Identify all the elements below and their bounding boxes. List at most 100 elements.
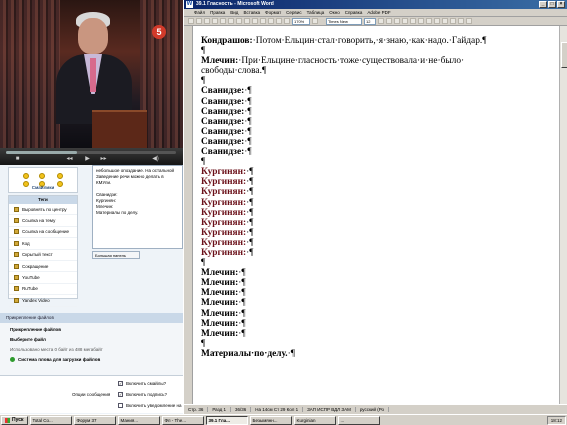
doc-paragraph[interactable]: Кургинян:·¶ — [201, 218, 551, 228]
doc-paragraph[interactable]: Сванидзе:·¶ — [201, 107, 551, 117]
tag-center[interactable]: Выровнять по центру — [9, 204, 77, 216]
tag-hidden-text[interactable]: Скрытый текст — [9, 250, 77, 261]
spelling-icon[interactable] — [228, 18, 234, 24]
paste-icon[interactable] — [252, 18, 258, 24]
video-player[interactable]: 5 ■ ◂◂ ▶ ▸▸ ◀) — [0, 0, 183, 165]
tag-topic-link[interactable]: Ссылка на тему — [9, 215, 77, 227]
tag-message-link[interactable]: Ссылка на сообщение — [9, 227, 77, 239]
help-icon[interactable] — [312, 18, 318, 24]
taskbar-button[interactable]: Kurginian — [293, 415, 336, 425]
zoom-select[interactable]: 170% — [292, 17, 310, 25]
doc-paragraph[interactable]: Млечин:·При·Ельцине·гласность·тоже·сущес… — [201, 56, 551, 66]
word-titlebar[interactable]: W 39.1 Гласность - Microsoft Word _ □ × — [184, 0, 567, 9]
copy-icon[interactable] — [244, 18, 250, 24]
doc-paragraph[interactable]: Кургинян:·¶ — [201, 208, 551, 218]
doc-paragraph[interactable]: Сванидзе:·¶ — [201, 117, 551, 127]
menu-item[interactable]: Таблица — [307, 10, 325, 15]
bullets-icon[interactable] — [442, 18, 448, 24]
taskbar-button[interactable]: Фл - The... — [161, 415, 204, 425]
table-icon[interactable] — [276, 18, 282, 24]
doc-paragraph[interactable]: Млечин:·¶ — [201, 268, 551, 278]
bold-icon[interactable] — [378, 18, 384, 24]
taskbar-button[interactable]: ... — [337, 415, 380, 425]
doc-paragraph[interactable]: Кургинян:·¶ — [201, 187, 551, 197]
underline-icon[interactable] — [394, 18, 400, 24]
seek-bar[interactable] — [6, 151, 176, 154]
preview-icon[interactable] — [220, 18, 226, 24]
highlight-icon[interactable] — [458, 18, 464, 24]
justify-icon[interactable] — [426, 18, 432, 24]
maximize-icon[interactable]: □ — [548, 1, 556, 8]
italic-icon[interactable] — [386, 18, 392, 24]
scroll-thumb[interactable] — [561, 42, 567, 68]
menu-item[interactable]: Adobe PDF — [367, 10, 390, 15]
document-text[interactable]: Кондрашов:·Потом·Ельцин·стал·говорить,·я… — [201, 36, 551, 402]
new-doc-icon[interactable] — [188, 18, 194, 24]
menu-item[interactable]: Формат — [265, 10, 281, 15]
menu-item[interactable]: Сервис — [286, 10, 301, 15]
doc-paragraph[interactable]: Сванидзе:·¶ — [201, 127, 551, 137]
menu-item[interactable]: Справка — [345, 10, 363, 15]
option-notify[interactable]: Включить уведомление на — [118, 403, 182, 408]
align-left-icon[interactable] — [402, 18, 408, 24]
tag-yandex-video[interactable]: Yandex Video — [9, 295, 77, 307]
smileys-label[interactable]: Смайлики — [10, 185, 76, 190]
taskbar-button[interactable]: Total Co... — [29, 415, 72, 425]
doc-paragraph[interactable]: ¶ — [201, 157, 551, 167]
align-right-icon[interactable] — [418, 18, 424, 24]
menu-item[interactable]: Файл — [194, 10, 205, 15]
doc-paragraph[interactable]: Кургинян:·¶ — [201, 248, 551, 258]
font-size-select[interactable]: 12 — [364, 17, 376, 25]
checkbox-icon[interactable] — [118, 403, 123, 408]
message-textarea[interactable]: небольшое опоздание. На остальной Заведе… — [92, 165, 183, 249]
tag-rutube[interactable]: RuTube — [9, 284, 77, 296]
play-icon[interactable]: ▶ — [84, 156, 91, 163]
print-icon[interactable] — [212, 18, 218, 24]
doc-paragraph[interactable]: Сванидзе:·¶ — [201, 147, 551, 157]
tag-abbreviation[interactable]: Сокращение — [9, 261, 77, 273]
menu-item[interactable]: Окно — [329, 10, 339, 15]
rewind-icon[interactable]: ◂◂ — [66, 156, 73, 163]
smiley-icon[interactable] — [23, 173, 29, 179]
doc-paragraph[interactable]: ¶ — [201, 76, 551, 86]
close-icon[interactable]: × — [557, 1, 565, 8]
doc-paragraph[interactable]: Сванидзе:·¶ — [201, 137, 551, 147]
doc-paragraph[interactable]: Сванидзе:·¶ — [201, 86, 551, 96]
tag-code[interactable]: Код — [9, 238, 77, 250]
doc-paragraph[interactable]: ¶ — [201, 339, 551, 349]
doc-paragraph[interactable]: Млечин:·¶ — [201, 298, 551, 308]
option-smileys[interactable]: ✓ Включить смайлы? — [118, 381, 166, 386]
doc-paragraph[interactable]: Сванидзе:·¶ — [201, 97, 551, 107]
smiley-icon[interactable] — [39, 173, 45, 179]
document-area[interactable]: Кондрашов:·Потом·Ельцин·стал·говорить,·я… — [184, 26, 567, 404]
option-signature[interactable]: ✓ Включить подпись? — [118, 392, 167, 397]
doc-paragraph[interactable]: Млечин:·¶ — [201, 288, 551, 298]
align-center-icon[interactable] — [410, 18, 416, 24]
menu-item[interactable]: Правка — [210, 10, 225, 15]
extra-panel-button[interactable]: Большая панель — [92, 251, 140, 259]
redo-icon[interactable] — [268, 18, 274, 24]
numbering-icon[interactable] — [434, 18, 440, 24]
minimize-icon[interactable]: _ — [539, 1, 547, 8]
upload-system-link[interactable]: Система плова для загрузки файлов — [10, 357, 173, 363]
doc-paragraph[interactable]: Материалы·по·делу.·¶ — [201, 349, 551, 359]
taskbar-button[interactable]: Безымянн... — [249, 415, 292, 425]
doc-paragraph[interactable]: ¶ — [201, 258, 551, 268]
doc-paragraph[interactable]: ¶ — [201, 46, 551, 56]
vertical-scrollbar[interactable] — [559, 26, 567, 404]
checkbox-checked-icon[interactable]: ✓ — [118, 392, 123, 397]
doc-paragraph[interactable]: Кургинян:·¶ — [201, 238, 551, 248]
save-icon[interactable] — [204, 18, 210, 24]
tag-youtube[interactable]: YouTube — [9, 272, 77, 284]
cut-icon[interactable] — [236, 18, 242, 24]
doc-paragraph[interactable]: Млечин:·¶ — [201, 278, 551, 288]
columns-icon[interactable] — [284, 18, 290, 24]
doc-paragraph[interactable]: Млечин:·¶ — [201, 309, 551, 319]
doc-paragraph[interactable]: Млечин:·¶ — [201, 319, 551, 329]
open-icon[interactable] — [196, 18, 202, 24]
doc-paragraph[interactable]: свободы·слова.¶ — [201, 66, 551, 76]
doc-paragraph[interactable]: Кургинян:·¶ — [201, 198, 551, 208]
choose-file-link[interactable]: Выберите файл — [10, 337, 173, 342]
start-button[interactable]: Пуск — [1, 415, 28, 425]
taskbar-button[interactable]: 39.1 Гла... — [205, 415, 248, 425]
